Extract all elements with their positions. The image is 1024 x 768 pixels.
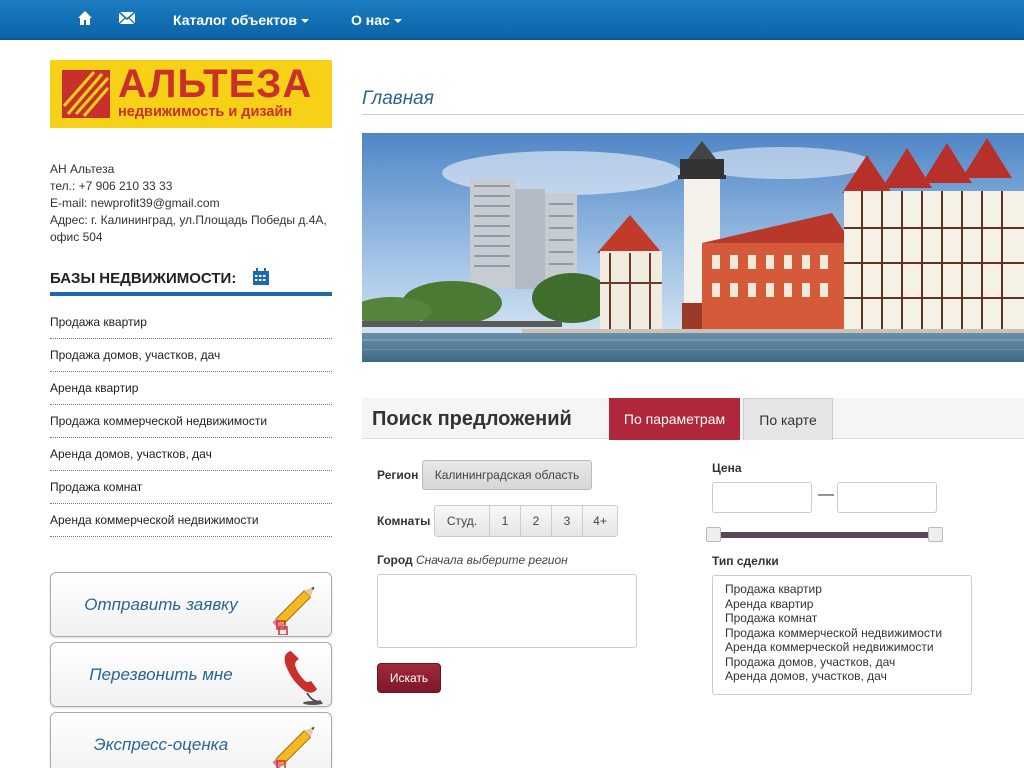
sidebar-item-sale-commercial[interactable]: Продажа коммерческой недвижимости [50,405,332,438]
address-office: офис 504 [50,230,103,244]
city-label: Город [377,553,413,567]
sidebar-item-rent-houses[interactable]: Аренда домов, участков, дач [50,438,332,471]
deal-option[interactable]: Аренда домов, участков, дач [725,669,959,684]
section-divider [50,292,332,296]
sidebar-item-sale-apartments[interactable]: Продажа квартир [50,306,332,339]
envelope-icon[interactable] [119,12,135,24]
region-select-button[interactable]: Калининградская область [422,460,592,490]
nav-catalog-dropdown[interactable]: Каталог объектов [173,12,309,28]
region-label: Регион [377,468,419,482]
agency-name: АН Альтеза [50,162,115,176]
deal-type-label: Тип сделки [712,554,779,568]
express-valuation-button[interactable]: Экспресс-оценка [50,712,332,768]
send-request-label: Отправить заявку [84,595,238,614]
sidebar-item-sale-rooms[interactable]: Продажа комнат [50,471,332,504]
deal-type-multiselect[interactable]: Продажа квартир Аренда квартир Продажа к… [712,575,972,695]
contacts-block: АН Альтеза тел.: +7 906 210 33 33 E-mail… [50,161,340,246]
logo-subtitle: недвижимость и дизайн [118,104,293,120]
price-separator: — [818,486,834,503]
price-min-input[interactable] [712,482,812,513]
caret-down-icon [393,19,402,24]
pencil-icon [272,586,315,635]
deal-option[interactable]: Продажа комнат [725,611,959,626]
top-navbar: Каталог объектов О нас [0,0,1024,40]
phone-icon [284,651,323,705]
price-max-input[interactable] [837,482,937,513]
room-option-studio[interactable]: Студ. [434,505,490,537]
tab-by-parameters[interactable]: По параметрам [609,398,740,440]
price-slider-max-handle[interactable] [928,527,943,542]
deal-option[interactable]: Продажа коммерческой недвижимости [725,626,959,641]
sidebar-item-rent-commercial[interactable]: Аренда коммерческой недвижимости [50,504,332,537]
sidebar-item-rent-apartments[interactable]: Аренда квартир [50,372,332,405]
bases-list: Продажа квартир Продажа домов, участков,… [50,306,332,537]
room-option-2[interactable]: 2 [520,505,552,537]
nav-catalog-label: Каталог объектов [173,12,297,28]
deal-option[interactable]: Продажа домов, участков, дач [725,655,959,670]
pencil-icon [272,726,315,768]
breadcrumb[interactable]: Главная [362,88,434,110]
rooms-label: Комнаты [377,514,431,528]
price-slider-track[interactable] [714,532,936,538]
nav-about-label: О нас [351,12,390,28]
nav-about-dropdown[interactable]: О нас [351,12,402,28]
search-title: Поиск предложений [372,408,572,430]
express-valuation-label: Экспресс-оценка [93,735,229,754]
room-option-1[interactable]: 1 [489,505,521,537]
breadcrumb-divider [362,114,1024,115]
send-request-button[interactable]: Отправить заявку [50,572,332,637]
phone: тел.: +7 906 210 33 33 [50,179,173,193]
city-label-row: Город Сначала выберите регион [377,553,568,567]
search-submit-button[interactable]: Искать [377,663,441,693]
deal-option[interactable]: Аренда квартир [725,597,959,612]
caret-down-icon [300,19,309,24]
site-logo[interactable]: АЛЬТЕЗА недвижимость и дизайн [50,60,332,128]
city-banner-image [362,133,1024,362]
callback-button[interactable]: Перезвонить мне [50,642,332,707]
price-label: Цена [712,461,742,475]
calendar-icon [253,268,269,285]
sidebar-item-sale-houses[interactable]: Продажа домов, участков, дач [50,339,332,372]
city-select-box[interactable] [377,574,637,648]
bases-title: БАЗЫ НЕДВИЖИМОСТИ: [50,270,237,287]
deal-option[interactable]: Аренда коммерческой недвижимости [725,640,959,655]
rooms-button-group: Студ. 1 2 3 4+ [434,505,618,537]
room-option-3[interactable]: 3 [551,505,583,537]
price-slider-min-handle[interactable] [706,527,721,542]
city-hint: Сначала выберите регион [416,553,568,567]
callback-label: Перезвонить мне [89,665,233,684]
logo-title: АЛЬТЕЗА [118,62,313,106]
deal-option[interactable]: Продажа квартир [725,582,959,597]
home-icon[interactable] [77,10,93,26]
logo-mark-icon [62,70,110,118]
address: Адрес: г. Калининград, ул.Площадь Победы… [50,213,327,227]
room-option-4plus[interactable]: 4+ [582,505,618,537]
tab-by-map[interactable]: По карте [743,398,833,440]
email: E-mail: newprofit39@gmail.com [50,196,220,210]
